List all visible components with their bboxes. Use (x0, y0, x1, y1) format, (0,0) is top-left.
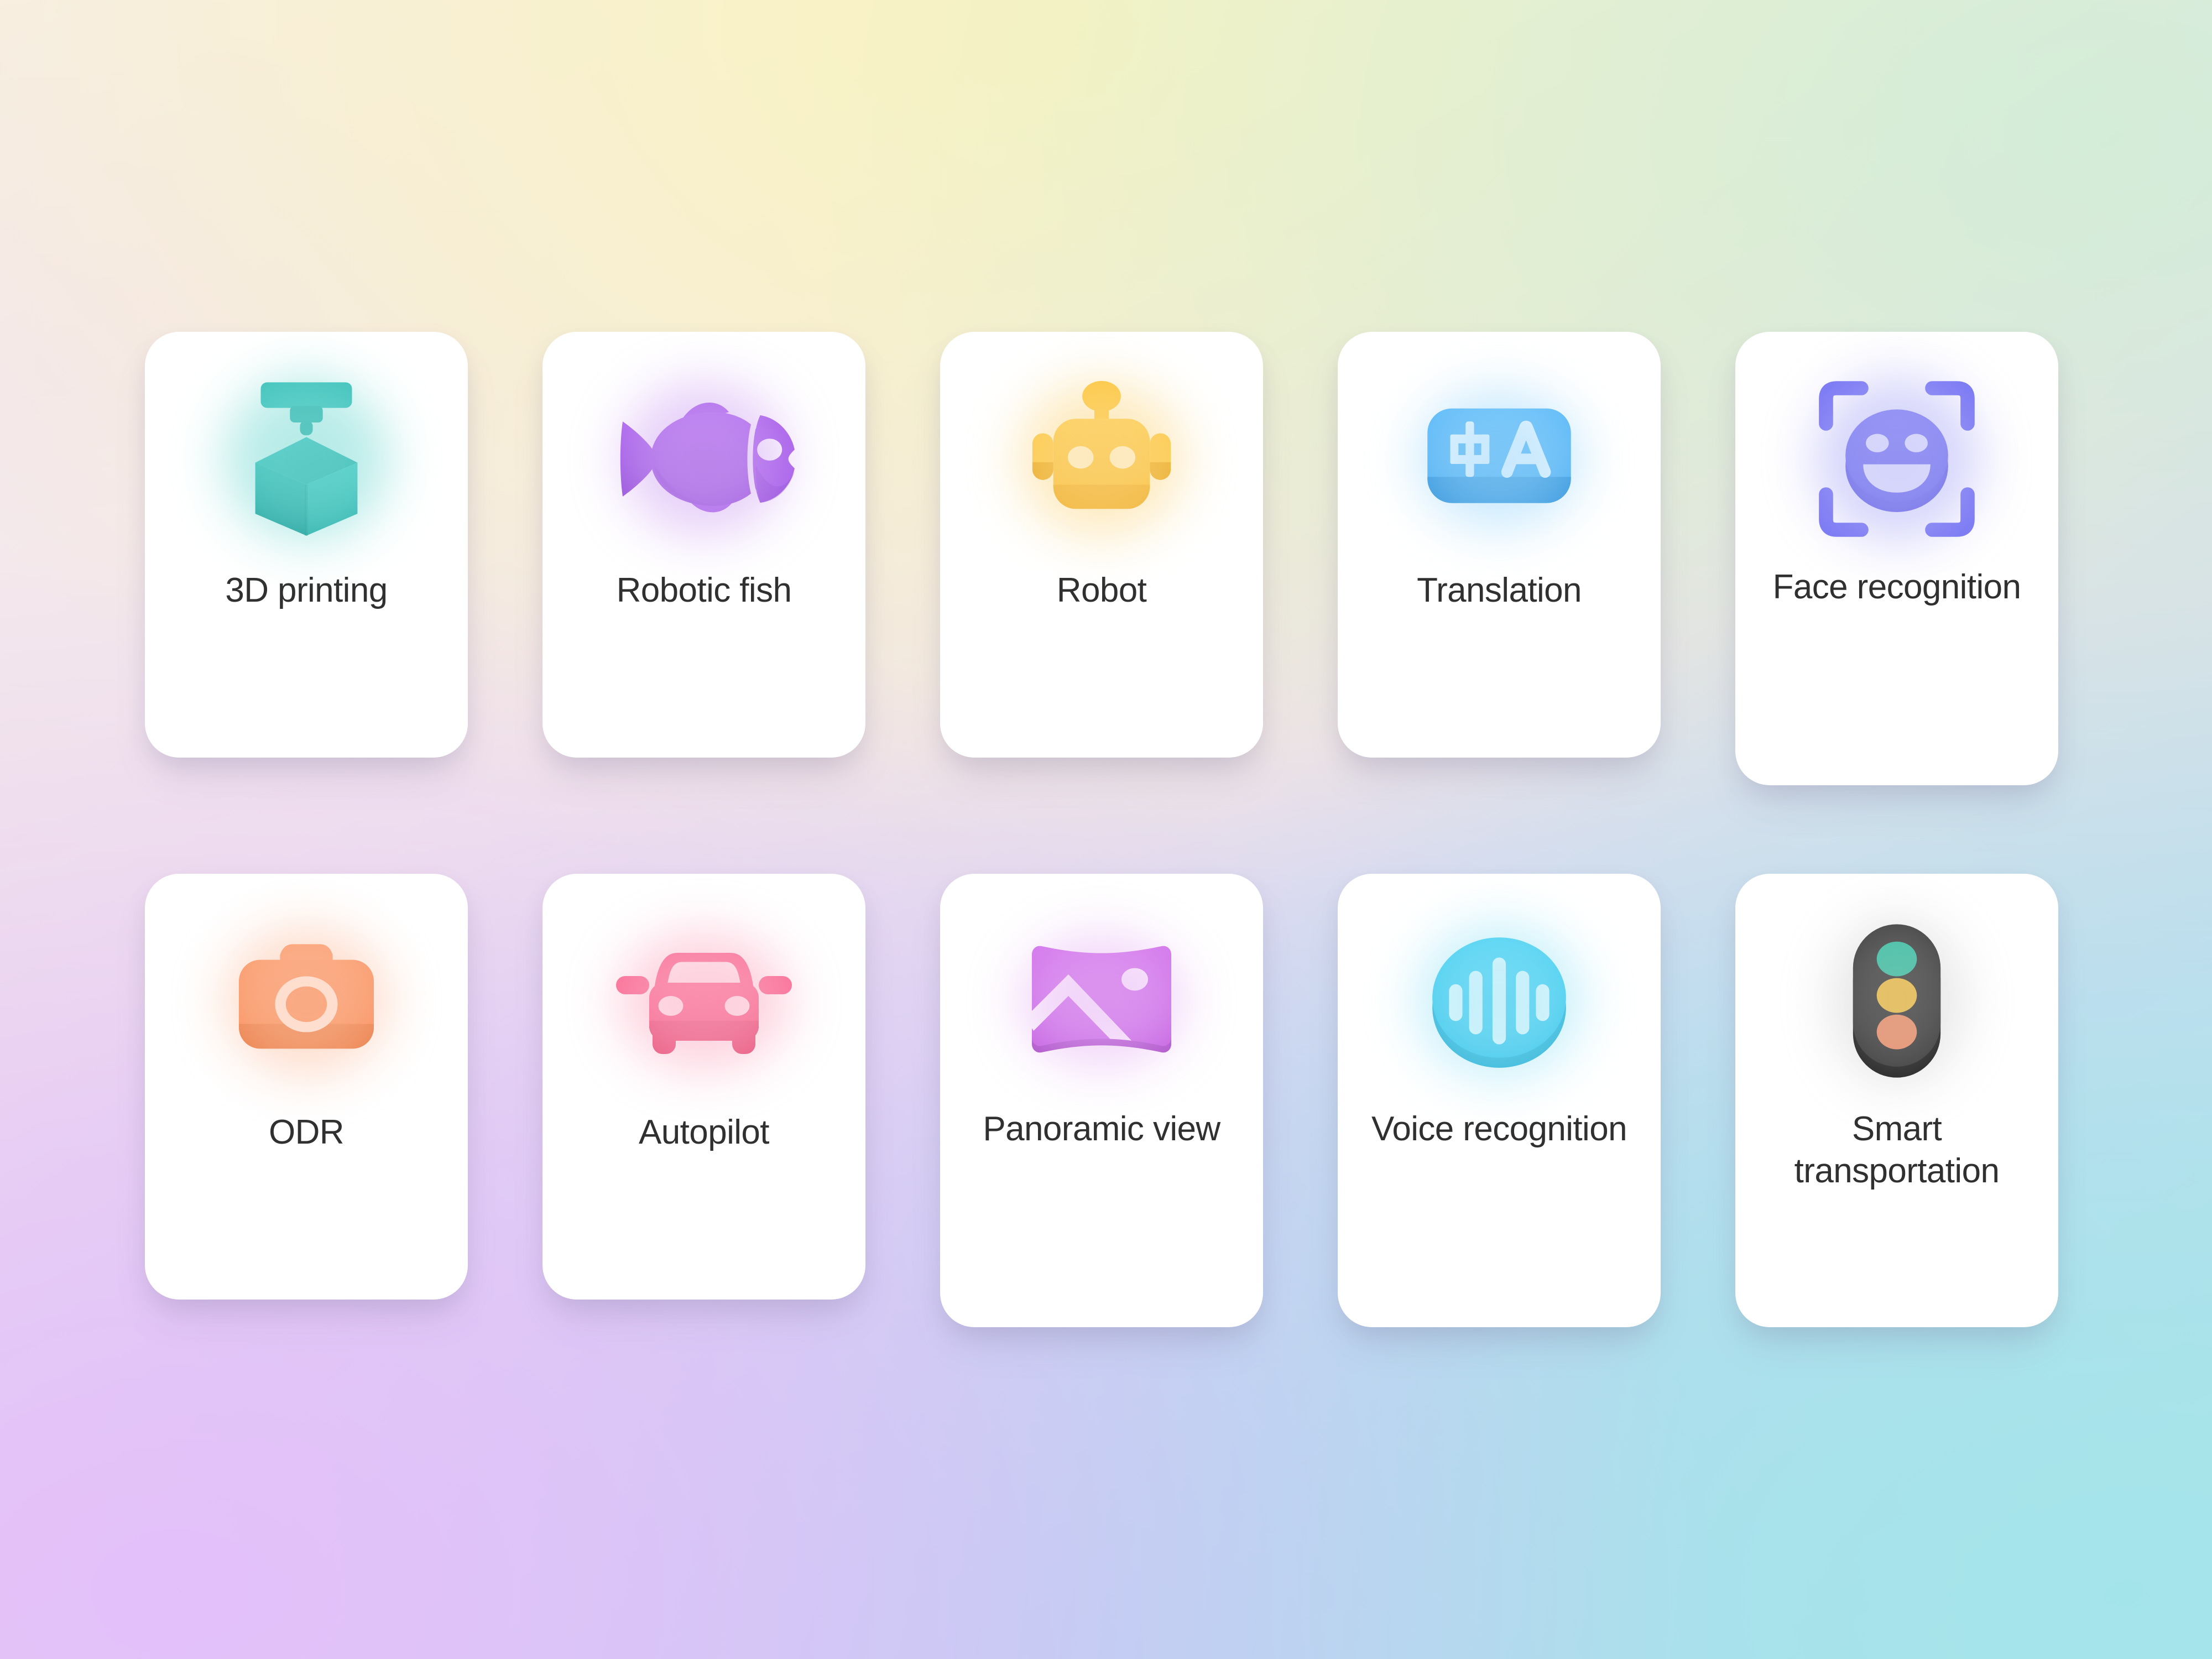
icon-fish (542, 332, 865, 570)
card-label: 3D printing (225, 571, 388, 609)
icon-robot-head (940, 332, 1263, 570)
card-row-1: 3D printing Robotic fish Robot Translati… (145, 332, 2072, 785)
feature-card-grid: 3D printing Robotic fish Robot Translati… (145, 332, 2072, 1327)
card-robot[interactable]: Robot (940, 332, 1263, 758)
card-smart-transportation[interactable]: Smart transportation (1735, 874, 2058, 1327)
icon-face-scan (1735, 332, 2058, 570)
card-label: Smart transportation (1794, 1110, 2000, 1190)
card-label: Robotic fish (616, 571, 792, 609)
card-odr[interactable]: ODR (145, 874, 468, 1300)
card-label: Voice recognition (1371, 1110, 1627, 1148)
card-label: Panoramic view (983, 1110, 1220, 1148)
card-row-2: ODR Autopilot Panoramic view Voice recog… (145, 874, 2072, 1327)
card-panoramic-view[interactable]: Panoramic view (940, 874, 1263, 1327)
icon-panorama-image (940, 874, 1263, 1112)
card-label: Autopilot (639, 1113, 769, 1151)
card-3d-printing[interactable]: 3D printing (145, 332, 468, 758)
icon-3d-printer-cube (145, 332, 468, 570)
icon-sound-wave (1338, 874, 1661, 1112)
card-autopilot[interactable]: Autopilot (542, 874, 865, 1300)
card-robotic-fish[interactable]: Robotic fish (542, 332, 865, 758)
card-voice-recognition[interactable]: Voice recognition (1338, 874, 1661, 1327)
icon-translate (1338, 332, 1661, 570)
card-translation[interactable]: Translation (1338, 332, 1661, 758)
card-face-recognition[interactable]: Face recognition (1735, 332, 2058, 785)
card-label: Translation (1417, 571, 1582, 609)
card-label: Robot (1056, 571, 1147, 609)
card-label: ODR (269, 1113, 345, 1151)
icon-car-front (542, 874, 865, 1112)
icon-traffic-light (1735, 874, 2058, 1112)
card-label: Face recognition (1772, 568, 2021, 606)
icon-camera (145, 874, 468, 1112)
